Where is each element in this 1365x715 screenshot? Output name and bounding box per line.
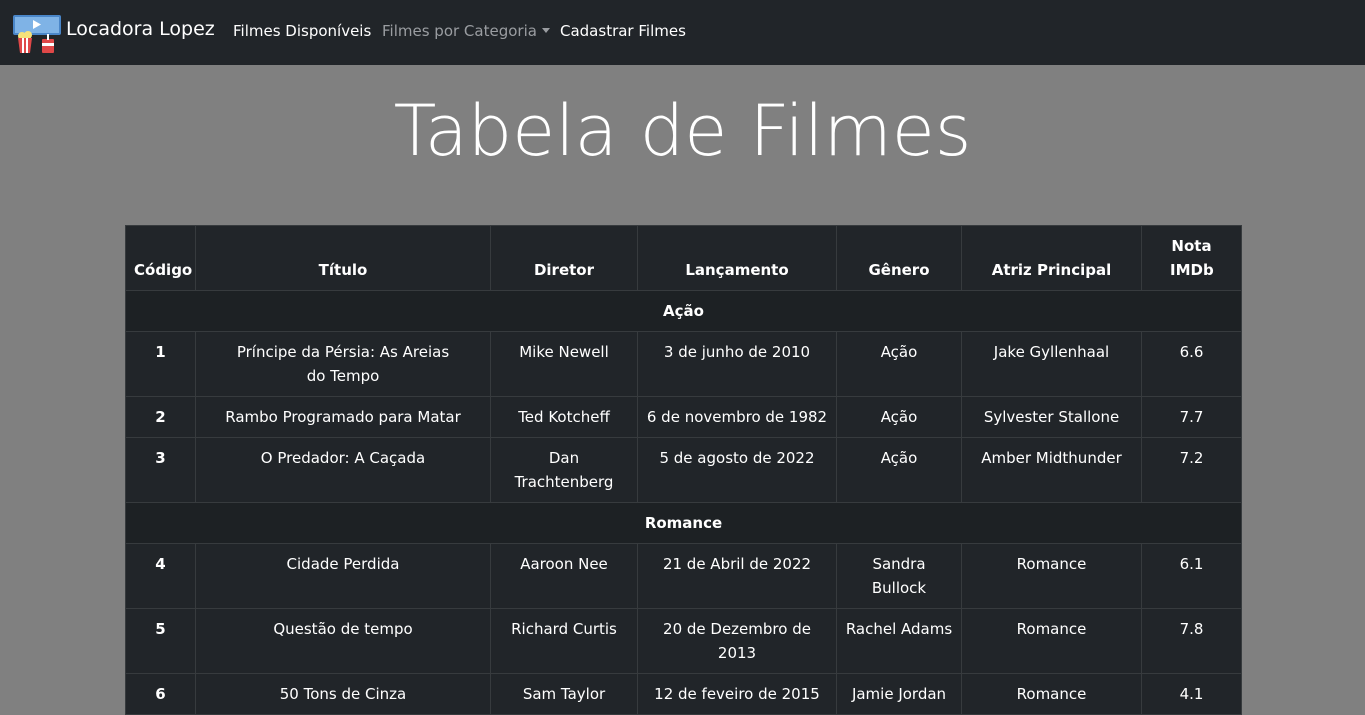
cell-nota: 7.8 [1141, 608, 1242, 674]
cell-atriz: Romance [961, 608, 1142, 674]
cell-diretor: Mike Newell [490, 331, 638, 397]
cell-codigo: 1 [125, 331, 196, 397]
table-header-row: Código Título Diretor Lançamento Gênero … [125, 225, 1242, 291]
cell-nota: 7.2 [1141, 437, 1242, 503]
cell-atriz: Jake Gyllenhaal [961, 331, 1142, 397]
cell-genero: Ação [836, 331, 962, 397]
popcorn-logo-icon[interactable] [12, 14, 62, 54]
header-codigo: Código [125, 225, 196, 291]
table-row: 1 Príncipe da Pérsia: As Areias do Tempo… [125, 331, 1242, 397]
chevron-down-icon [541, 28, 550, 33]
cell-codigo: 3 [125, 437, 196, 503]
cell-codigo: 4 [125, 543, 196, 609]
header-diretor: Diretor [490, 225, 638, 291]
cell-atriz: Sylvester Stallone [961, 396, 1142, 438]
cell-atriz: Amber Midthunder [961, 437, 1142, 503]
cell-diretor: Sam Taylor [490, 673, 638, 715]
cell-genero: Sandra Bullock [836, 543, 962, 609]
cell-atriz: Romance [961, 673, 1142, 715]
cell-titulo: Questão de tempo [195, 608, 491, 674]
table-row: 5 Questão de tempo Richard Curtis 20 de … [125, 608, 1242, 674]
cell-diretor: Dan Trachtenberg [490, 437, 638, 503]
cell-nota: 4.1 [1141, 673, 1242, 715]
cell-codigo: 5 [125, 608, 196, 674]
page-title: Tabela de Filmes [393, 90, 972, 172]
cell-nota: 6.6 [1141, 331, 1242, 397]
cell-titulo: 50 Tons de Cinza [195, 673, 491, 715]
header-titulo: Título [195, 225, 491, 291]
cell-genero: Rachel Adams [836, 608, 962, 674]
cell-genero: Ação [836, 437, 962, 503]
cell-titulo: Príncipe da Pérsia: As Areias do Tempo [195, 331, 491, 397]
cell-lancamento: 6 de novembro de 1982 [637, 396, 837, 438]
table-row: 2 Rambo Programado para Matar Ted Kotche… [125, 396, 1242, 438]
cell-codigo: 6 [125, 673, 196, 715]
group-row-romance: Romance [125, 502, 1242, 544]
cell-diretor: Ted Kotcheff [490, 396, 638, 438]
table-row: 3 O Predador: A Caçada Dan Trachtenberg … [125, 437, 1242, 503]
group-label: Romance [125, 502, 1242, 544]
cell-lancamento: 12 de feveiro de 2015 [637, 673, 837, 715]
group-row-acao: Ação [125, 290, 1242, 332]
cell-lancamento: 20 de Dezembro de 2013 [637, 608, 837, 674]
cell-lancamento: 21 de Abril de 2022 [637, 543, 837, 609]
cell-genero: Ação [836, 396, 962, 438]
navbar: Locadora Lopez Filmes Disponíveis Filmes… [0, 0, 1365, 65]
cell-titulo: Cidade Perdida [195, 543, 491, 609]
cell-lancamento: 3 de junho de 2010 [637, 331, 837, 397]
group-label: Ação [125, 290, 1242, 332]
cell-nota: 6.1 [1141, 543, 1242, 609]
header-lancamento: Lançamento [637, 225, 837, 291]
cell-nota: 7.7 [1141, 396, 1242, 438]
table-row: 6 50 Tons de Cinza Sam Taylor 12 de feve… [125, 673, 1242, 715]
brand-name[interactable]: Locadora Lopez [66, 18, 215, 40]
cell-diretor: Richard Curtis [490, 608, 638, 674]
cell-titulo: Rambo Programado para Matar [195, 396, 491, 438]
movies-table-container: Código Título Diretor Lançamento Gênero … [125, 225, 1242, 715]
cell-codigo: 2 [125, 396, 196, 438]
movies-table: Código Título Diretor Lançamento Gênero … [125, 225, 1242, 715]
table-row: 4 Cidade Perdida Aaroon Nee 21 de Abril … [125, 543, 1242, 609]
nav-dropdown-filmes-por-categoria[interactable]: Filmes por Categoria [382, 22, 550, 40]
cell-lancamento: 5 de agosto de 2022 [637, 437, 837, 503]
nav-link-cadastrar-filmes[interactable]: Cadastrar Filmes [560, 22, 686, 40]
cell-genero: Jamie Jordan [836, 673, 962, 715]
cell-diretor: Aaroon Nee [490, 543, 638, 609]
header-genero: Gênero [836, 225, 962, 291]
nav-link-filmes-disponiveis[interactable]: Filmes Disponíveis [233, 22, 371, 40]
header-atriz-principal: Atriz Principal [961, 225, 1142, 291]
header-nota-imdb: Nota IMDb [1141, 225, 1242, 291]
cell-atriz: Romance [961, 543, 1142, 609]
nav-dropdown-label: Filmes por Categoria [382, 22, 537, 40]
cell-titulo: O Predador: A Caçada [195, 437, 491, 503]
